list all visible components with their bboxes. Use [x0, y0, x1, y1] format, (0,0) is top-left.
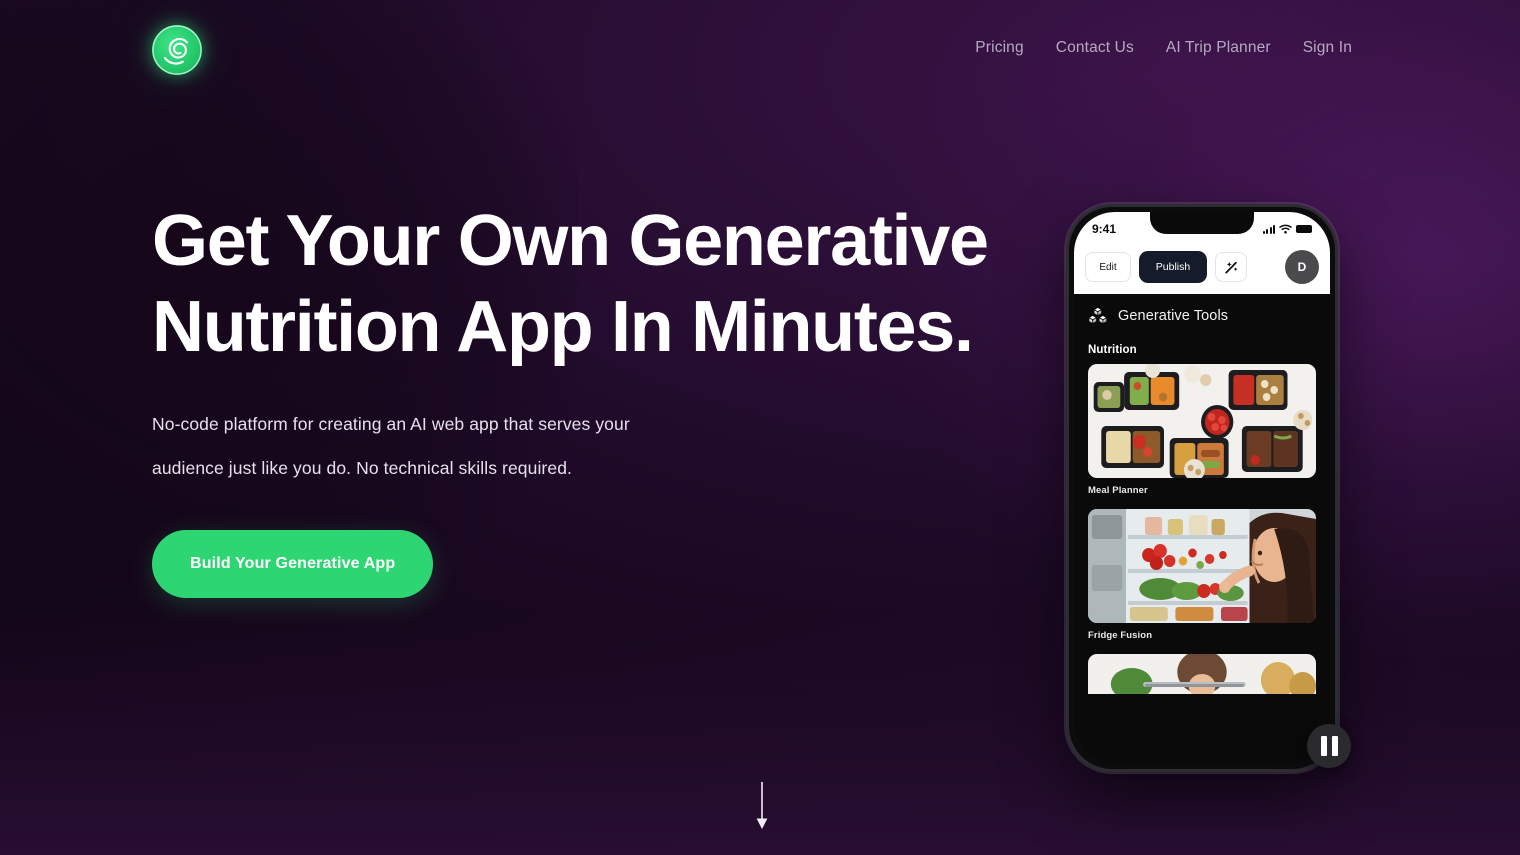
card-label-meal-planner: Meal Planner — [1088, 485, 1148, 496]
hero-subheading: No-code platform for creating an AI web … — [152, 414, 630, 478]
phone-mockup: 9:41 Edit Publish D Generative Tools Nut… — [1066, 200, 1356, 780]
wifi-icon — [1279, 224, 1292, 234]
phone-notch — [1150, 212, 1254, 234]
phone-status-bar: 9:41 — [1074, 212, 1330, 246]
app-card-cooking-video[interactable] — [1088, 654, 1316, 694]
primary-navigation: Pricing Contact Us AI Trip Planner Sign … — [959, 34, 1368, 62]
nav-link-ai-trip-planner[interactable]: AI Trip Planner — [1150, 34, 1287, 62]
site-header: Pricing Contact Us AI Trip Planner Sign … — [0, 0, 1520, 100]
nutrition-section-title: Nutrition — [1088, 344, 1137, 356]
battery-icon — [1296, 225, 1312, 233]
build-your-generative-app-button[interactable]: Build Your Generative App — [152, 530, 434, 598]
page-title: Get Your Own Generative Nutrition App In… — [152, 201, 989, 367]
page-background: Pricing Contact Us AI Trip Planner Sign … — [0, 0, 1520, 855]
status-bar-time: 9:41 — [1092, 222, 1117, 236]
phone-user-avatar[interactable]: D — [1285, 250, 1319, 284]
phone-app-body: Generative Tools Nutrition Meal Planner … — [1074, 294, 1330, 764]
generative-tools-label: Generative Tools — [1118, 308, 1229, 324]
phone-magic-tools-button[interactable] — [1215, 252, 1247, 282]
hero-section: Get Your Own Generative Nutrition App In… — [152, 198, 1022, 598]
brand-logo[interactable] — [152, 25, 202, 75]
woman-at-open-fridge-photo — [1088, 509, 1316, 623]
logo-spiral-icon — [152, 25, 202, 75]
scroll-down-indicator[interactable] — [754, 782, 770, 832]
cooking-video-photo — [1088, 654, 1316, 694]
app-card-meal-planner[interactable]: Meal Planner — [1088, 364, 1316, 496]
magic-wand-sparkle-icon — [1224, 261, 1237, 273]
nav-link-contact-us[interactable]: Contact Us — [1040, 34, 1150, 62]
pause-bar-left — [1320, 736, 1327, 756]
phone-edit-button[interactable]: Edit — [1085, 252, 1131, 282]
cubes-icon — [1088, 307, 1108, 325]
phone-frame: 9:41 Edit Publish D Generative Tools Nut… — [1066, 204, 1338, 772]
status-bar-indicators — [1262, 224, 1312, 234]
generative-tools-row[interactable]: Generative Tools — [1088, 306, 1316, 326]
nav-link-sign-in[interactable]: Sign In — [1287, 34, 1368, 62]
pause-button[interactable] — [1307, 724, 1351, 768]
meal-prep-containers-photo — [1088, 364, 1316, 478]
phone-app-toolbar: Edit Publish D — [1074, 246, 1330, 294]
app-card-fridge-fusion[interactable]: Fridge Fusion — [1088, 509, 1316, 641]
card-label-fridge-fusion: Fridge Fusion — [1088, 630, 1153, 641]
cellular-signal-icon — [1262, 224, 1275, 234]
nav-link-pricing[interactable]: Pricing — [959, 34, 1039, 62]
pause-bar-right — [1331, 736, 1338, 756]
arrow-down-icon — [756, 782, 768, 829]
phone-publish-button[interactable]: Publish — [1139, 251, 1207, 283]
phone-screen: 9:41 Edit Publish D Generative Tools Nut… — [1074, 212, 1330, 764]
